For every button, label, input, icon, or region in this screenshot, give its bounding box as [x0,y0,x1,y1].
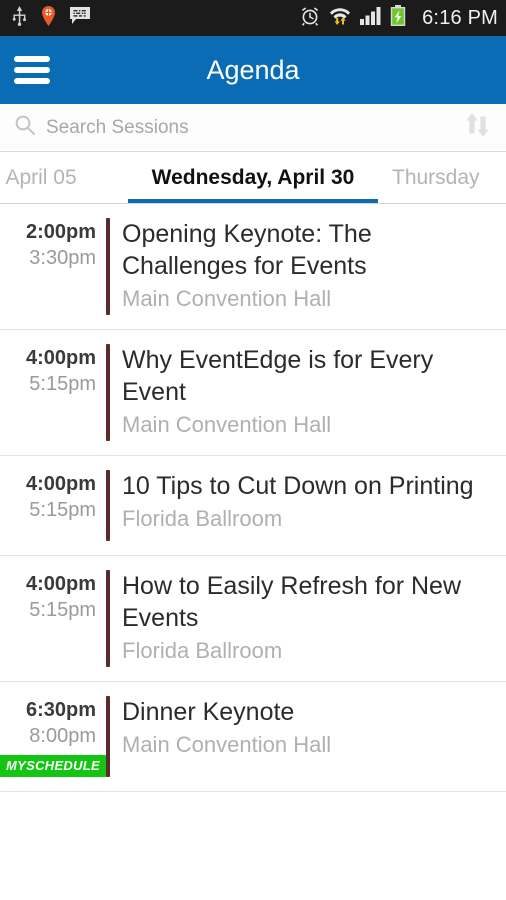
status-bar-right-icons: 6:16 PM [300,5,498,31]
tab-active-day-label: Wednesday, April 30 [151,165,355,189]
sort-arrows-icon[interactable] [458,106,496,149]
session-end-time: 5:15pm [29,499,96,521]
session-times: 4:00pm 5:15pm [0,344,106,397]
battery-charging-icon [390,5,406,31]
wifi-transfer-icon [329,6,351,31]
session-end-time: 8:00pm [29,725,96,747]
tab-active-day[interactable]: Wednesday, April 30 [128,152,378,203]
session-details: Why EventEdge is for Every Event Main Co… [122,344,496,441]
session-times: 2:00pm 3:30pm [0,218,106,271]
tab-next-day-label: Thursday [392,165,480,189]
session-end-time: 5:15pm [29,373,96,395]
session-start-time: 2:00pm [25,221,96,243]
session-start-time: 4:00pm [25,347,96,369]
hamburger-menu-icon[interactable] [10,53,54,87]
tab-active-indicator [128,199,378,203]
app-root: 6:16 PM Agenda Search Sessions April 05 … [0,0,506,900]
status-bar: 6:16 PM [0,0,506,36]
session-row[interactable]: 4:00pm 5:15pm How to Easily Refresh for … [0,556,506,682]
session-row[interactable]: 4:00pm 5:15pm 10 Tips to Cut Down on Pri… [0,456,506,556]
hamburger-bar-1 [14,56,50,62]
alarm-clock-icon [300,6,320,31]
session-details: Opening Keynote: The Challenges for Even… [122,218,496,315]
session-details: Dinner Keynote Main Convention Hall [122,696,496,761]
usb-icon [12,5,27,31]
session-location: Florida Ballroom [122,506,283,531]
tab-previous-day[interactable]: y, April 05 [0,152,128,203]
session-row[interactable]: 6:30pm 8:00pm MYSCHEDULE Dinner Keynote … [0,682,506,792]
session-end-time: 3:30pm [29,247,96,269]
session-title: How to Easily Refresh for New Events [122,572,462,632]
session-accent-bar [106,344,110,441]
app-bar: Agenda [0,36,506,104]
search-icon [14,114,36,141]
session-times: 4:00pm 5:15pm [0,470,106,523]
myschedule-badge: MYSCHEDULE [0,755,107,777]
session-start-time: 6:30pm [25,699,96,721]
hamburger-bar-3 [14,78,50,84]
search-bar [0,104,506,152]
session-title: Opening Keynote: The Challenges for Even… [122,220,372,280]
session-accent-bar [106,570,110,667]
session-title: Dinner Keynote [122,698,295,726]
session-accent-bar [106,696,110,777]
session-title: Why EventEdge is for Every Event [122,346,434,406]
tab-previous-day-label: y, April 05 [0,165,77,189]
session-list: 2:00pm 3:30pm Opening Keynote: The Chall… [0,204,506,792]
session-location: Florida Ballroom [122,638,283,663]
tab-next-day[interactable]: Thursday [378,152,506,203]
day-tabs: y, April 05 Wednesday, April 30 Thursday [0,152,506,204]
session-details: 10 Tips to Cut Down on Printing Florida … [122,470,496,535]
location-pin-icon [41,5,56,31]
status-bar-clock: 6:16 PM [422,6,498,29]
session-title: 10 Tips to Cut Down on Printing [122,472,474,500]
search-input[interactable] [46,116,450,139]
status-bar-left-icons [12,5,90,31]
hamburger-bar-2 [14,67,50,73]
session-accent-bar [106,470,110,541]
session-end-time: 5:15pm [29,599,96,621]
page-title: Agenda [206,54,300,85]
session-times: 4:00pm 5:15pm [0,570,106,623]
session-start-time: 4:00pm [25,473,96,495]
session-start-time: 4:00pm [25,573,96,595]
session-details: How to Easily Refresh for New Events Flo… [122,570,496,667]
session-row[interactable]: 2:00pm 3:30pm Opening Keynote: The Chall… [0,204,506,330]
signal-bars-icon [360,6,381,30]
session-row[interactable]: 4:00pm 5:15pm Why EventEdge is for Every… [0,330,506,456]
message-bubble-icon [70,7,90,29]
session-location: Main Convention Hall [122,732,332,757]
session-times: 6:30pm 8:00pm MYSCHEDULE [0,696,107,777]
session-accent-bar [106,218,110,315]
session-location: Main Convention Hall [122,412,332,437]
session-location: Main Convention Hall [122,286,332,311]
